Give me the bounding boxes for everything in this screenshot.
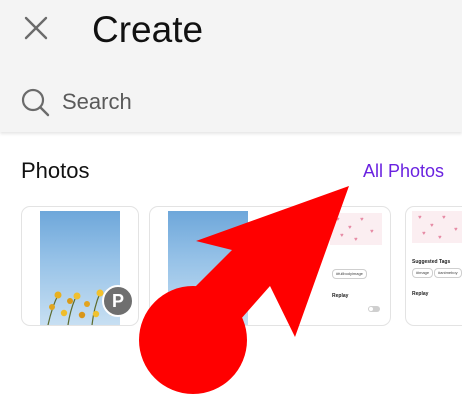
photo-thumbnail[interactable]: P xyxy=(21,206,139,326)
app-screenshot-preview: ♥ ♥ ♥ ♥ ♥ ♥ #fullbodyimage Replay xyxy=(254,211,386,323)
flowers-image xyxy=(177,291,225,325)
page-title: Create xyxy=(92,9,204,50)
mini-toggle xyxy=(368,306,380,312)
all-photos-link[interactable]: All Photos xyxy=(363,161,444,182)
photo-thumbnail-strip: P ♥ ♥ ♥ ♥ ♥ ♥ #fullbodyimage Replay ♥ ♥ … xyxy=(0,206,462,328)
close-button[interactable] xyxy=(20,12,52,44)
mini-suggested-tags: Suggested Tags xyxy=(412,259,451,265)
hearts-image: ♥ ♥ ♥ ♥ ♥ ♥ xyxy=(412,211,462,243)
mini-replay-label: Replay xyxy=(412,291,429,297)
close-icon xyxy=(24,16,48,40)
photos-section-title: Photos xyxy=(21,158,90,183)
screenshot-thumbnail[interactable]: ♥ ♥ ♥ ♥ ♥ ♥ #fullbodyimage Replay xyxy=(149,206,391,326)
header-bar: Create Search xyxy=(0,0,462,132)
mini-tag-chip: #animeboy xyxy=(434,268,462,278)
mini-tag-chip: #fullbodyimage xyxy=(332,269,367,279)
search-placeholder: Search xyxy=(62,89,132,114)
mini-tag-chip: #image xyxy=(412,268,434,278)
search-field[interactable]: Search xyxy=(20,84,440,120)
photo-image xyxy=(168,211,248,325)
search-icon xyxy=(21,88,50,117)
hearts-image: ♥ ♥ ♥ ♥ ♥ ♥ xyxy=(330,213,382,245)
screenshot-thumbnail[interactable]: ♥ ♥ ♥ ♥ ♥ ♥ Suggested Tags #image #anime… xyxy=(405,206,462,326)
profile-badge: P xyxy=(102,285,134,317)
mini-replay-label: Replay xyxy=(332,293,349,299)
